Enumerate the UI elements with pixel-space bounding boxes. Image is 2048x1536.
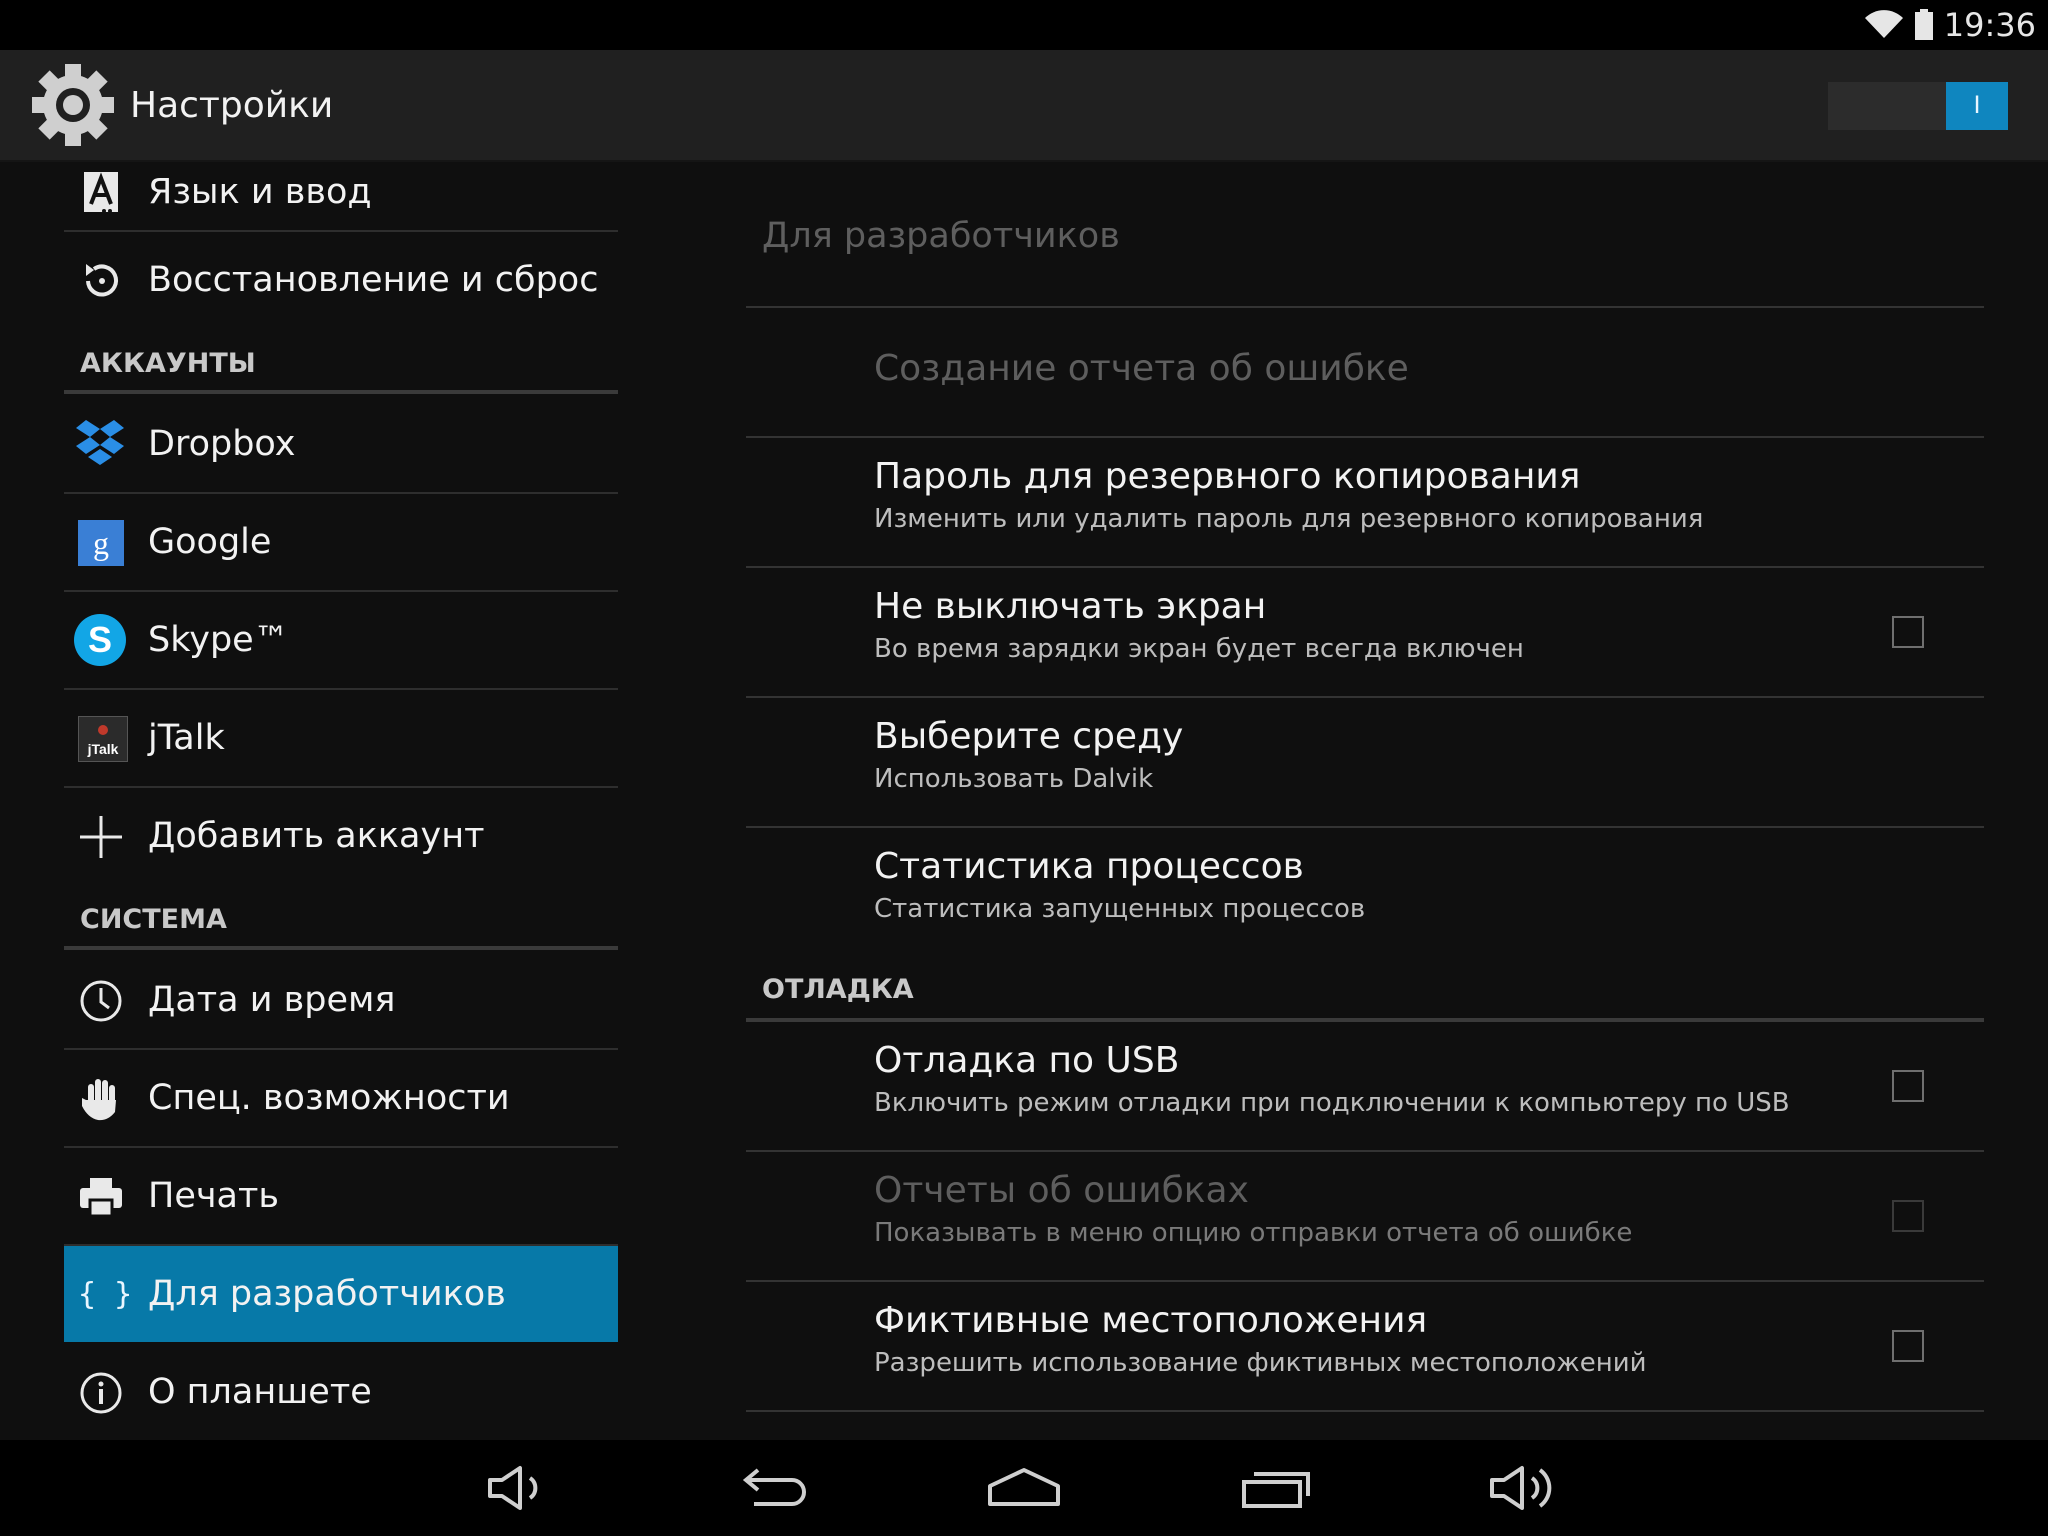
pref-title: Фиктивные местоположения bbox=[874, 1300, 1428, 1341]
pref-summary: Использовать Dalvik bbox=[874, 764, 1154, 794]
sidebar-item-add-account[interactable]: Добавить аккаунт bbox=[64, 788, 618, 884]
navigation-bar bbox=[0, 1440, 2048, 1536]
language-icon bbox=[78, 170, 124, 216]
pref-bug-report[interactable]: Создание отчета об ошибке bbox=[746, 308, 1984, 436]
section-header-accounts: АККАУНТЫ bbox=[80, 348, 256, 379]
home-icon[interactable] bbox=[984, 1458, 1064, 1518]
hand-icon bbox=[78, 1076, 124, 1122]
recents-icon[interactable] bbox=[1236, 1458, 1316, 1518]
info-icon bbox=[78, 1370, 124, 1416]
clock-icon bbox=[78, 978, 124, 1024]
developer-options-pane: Для разработчиков Создание отчета об оши… bbox=[746, 164, 1986, 1440]
pref-title: Не выключать экран bbox=[874, 586, 1267, 627]
switch-thumb[interactable]: I bbox=[1946, 82, 2008, 130]
sidebar-item-label: Восстановление и сброс bbox=[148, 260, 599, 300]
developer-options-switch[interactable]: I bbox=[1828, 82, 2008, 130]
volume-up-icon[interactable] bbox=[1486, 1458, 1566, 1518]
google-icon: g bbox=[78, 520, 124, 566]
sidebar-item-date-time[interactable]: Дата и время bbox=[64, 952, 618, 1048]
pref-backup-password[interactable]: Пароль для резервного копирования Измени… bbox=[746, 438, 1984, 566]
pane-title: Для разработчиков bbox=[762, 216, 1120, 256]
pref-summary: Разрешить использование фиктивных местоп… bbox=[874, 1348, 1647, 1378]
stay-awake-checkbox[interactable] bbox=[1892, 616, 1924, 648]
usb-debugging-checkbox[interactable] bbox=[1892, 1070, 1924, 1102]
pref-mock-locations[interactable]: Фиктивные местоположения Разрешить испол… bbox=[746, 1282, 1984, 1410]
pref-process-stats[interactable]: Статистика процессов Статистика запущенн… bbox=[746, 828, 1984, 956]
restore-icon bbox=[78, 258, 124, 304]
section-header-line bbox=[64, 390, 618, 394]
pref-summary: Во время зарядки экран будет всегда вклю… bbox=[874, 634, 1524, 664]
plus-icon bbox=[78, 814, 124, 860]
sidebar-item-label: Печать bbox=[148, 1176, 279, 1216]
sidebar-item-jtalk[interactable]: jTalk jTalk bbox=[64, 690, 618, 786]
sidebar-item-restore[interactable]: Восстановление и сброс bbox=[64, 232, 618, 328]
pref-summary: Включить режим отладки при подключении к… bbox=[874, 1088, 1790, 1118]
pref-title: Отчеты об ошибках bbox=[874, 1170, 1249, 1211]
braces-icon: { } bbox=[78, 1277, 133, 1312]
printer-icon bbox=[78, 1174, 124, 1220]
sidebar-item-label: Спец. возможности bbox=[148, 1078, 510, 1118]
pref-summary: Статистика запущенных процессов bbox=[874, 894, 1366, 924]
sidebar-item-skype[interactable]: S Skype™ bbox=[64, 592, 618, 688]
sidebar-item-label: Добавить аккаунт bbox=[148, 816, 485, 856]
sidebar-item-dropbox[interactable]: Dropbox bbox=[64, 396, 618, 492]
bug-report-shortcut-checkbox[interactable] bbox=[1892, 1200, 1924, 1232]
sidebar-item-google[interactable]: g Google bbox=[64, 494, 618, 590]
wifi-icon bbox=[1864, 10, 1904, 40]
sidebar-item-accessibility[interactable]: Спец. возможности bbox=[64, 1050, 618, 1146]
sidebar-item-label: jTalk bbox=[148, 718, 225, 758]
settings-sidebar: Язык и ввод Восстановление и сброс АККАУ… bbox=[0, 164, 640, 1440]
settings-gear-icon[interactable] bbox=[28, 60, 118, 150]
mock-locations-checkbox[interactable] bbox=[1892, 1330, 1924, 1362]
jtalk-icon: jTalk bbox=[77, 715, 129, 763]
sidebar-item-developer-options[interactable]: { } Для разработчиков bbox=[64, 1246, 618, 1342]
back-icon[interactable] bbox=[734, 1458, 814, 1518]
dropbox-icon bbox=[76, 420, 124, 468]
sidebar-item-label: Dropbox bbox=[148, 424, 296, 464]
sidebar-item-label: Для разработчиков bbox=[148, 1274, 506, 1314]
sidebar-item-language[interactable]: Язык и ввод bbox=[64, 144, 618, 240]
sidebar-item-label: Язык и ввод bbox=[148, 172, 372, 212]
section-header-line bbox=[64, 946, 618, 950]
pref-title: Отладка по USB bbox=[874, 1040, 1180, 1081]
pref-title: Выберите среду bbox=[874, 716, 1184, 757]
skype-icon: S bbox=[74, 614, 126, 666]
sidebar-item-label: Skype™ bbox=[148, 620, 289, 660]
pref-title: Создание отчета об ошибке bbox=[874, 348, 1409, 389]
pref-summary: Изменить или удалить пароль для резервно… bbox=[874, 504, 1704, 534]
pref-bug-report-shortcut[interactable]: Отчеты об ошибках Показывать в меню опци… bbox=[746, 1152, 1984, 1280]
sidebar-item-about-tablet[interactable]: О планшете bbox=[64, 1344, 618, 1440]
status-time: 19:36 bbox=[1943, 6, 2036, 44]
sidebar-item-label: Дата и время bbox=[148, 980, 396, 1020]
divider bbox=[746, 1410, 1984, 1412]
battery-icon bbox=[1914, 9, 1934, 41]
pref-select-runtime[interactable]: Выберите среду Использовать Dalvik bbox=[746, 698, 1984, 826]
sidebar-item-printing[interactable]: Печать bbox=[64, 1148, 618, 1244]
pref-usb-debugging[interactable]: Отладка по USB Включить режим отладки пр… bbox=[746, 1022, 1984, 1150]
section-header-debugging: ОТЛАДКА bbox=[762, 974, 914, 1005]
volume-down-icon[interactable] bbox=[480, 1458, 560, 1518]
sidebar-item-label: Google bbox=[148, 522, 272, 562]
pref-stay-awake[interactable]: Не выключать экран Во время зарядки экра… bbox=[746, 568, 1984, 696]
svg-text:jTalk: jTalk bbox=[87, 741, 119, 757]
pref-title: Пароль для резервного копирования bbox=[874, 456, 1581, 497]
svg-text:g: g bbox=[93, 525, 109, 561]
status-icons: 19:36 bbox=[1864, 0, 2036, 50]
pref-summary: Показывать в меню опцию отправки отчета … bbox=[874, 1218, 1633, 1248]
section-header-system: СИСТЕМА bbox=[80, 904, 227, 935]
svg-text:S: S bbox=[88, 619, 112, 660]
sidebar-item-label: О планшете bbox=[148, 1372, 372, 1412]
pref-title: Статистика процессов bbox=[874, 846, 1304, 887]
status-bar: 19:36 bbox=[0, 0, 2048, 50]
